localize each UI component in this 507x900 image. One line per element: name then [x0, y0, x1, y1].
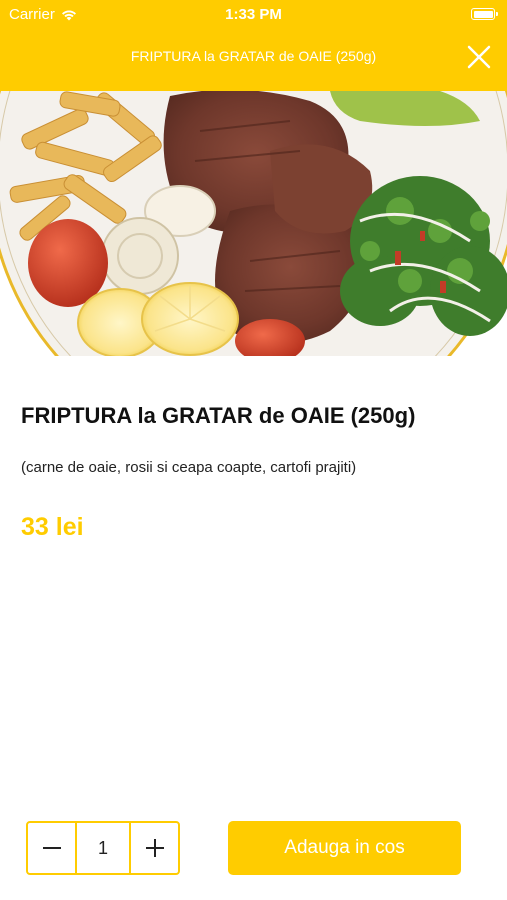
- add-to-cart-button[interactable]: Adauga in cos: [228, 821, 461, 875]
- increase-quantity-button[interactable]: [129, 821, 180, 875]
- app-header: Carrier 1:33 PM FRIPTURA la GRATAR de OA…: [0, 0, 507, 91]
- product-description: (carne de oaie, rosii si ceapa coapte, c…: [21, 459, 357, 476]
- close-button[interactable]: [465, 43, 493, 71]
- close-icon: [467, 45, 491, 69]
- product-image: [0, 91, 507, 356]
- plus-icon: [145, 839, 164, 857]
- quantity-value[interactable]: 1: [77, 821, 129, 875]
- product-title: FRIPTURA la GRATAR de OAIE (250g): [21, 403, 416, 428]
- status-time: 1:33 PM: [225, 6, 282, 23]
- header-title: FRIPTURA la GRATAR de OAIE (250g): [130, 48, 377, 64]
- battery-icon: [471, 8, 498, 20]
- minus-icon: [42, 847, 61, 849]
- decrease-quantity-button[interactable]: [26, 821, 77, 875]
- status-bar: Carrier 1:33 PM: [0, 0, 507, 28]
- product-price: 33 lei: [21, 513, 84, 541]
- quantity-stepper: 1: [26, 821, 180, 875]
